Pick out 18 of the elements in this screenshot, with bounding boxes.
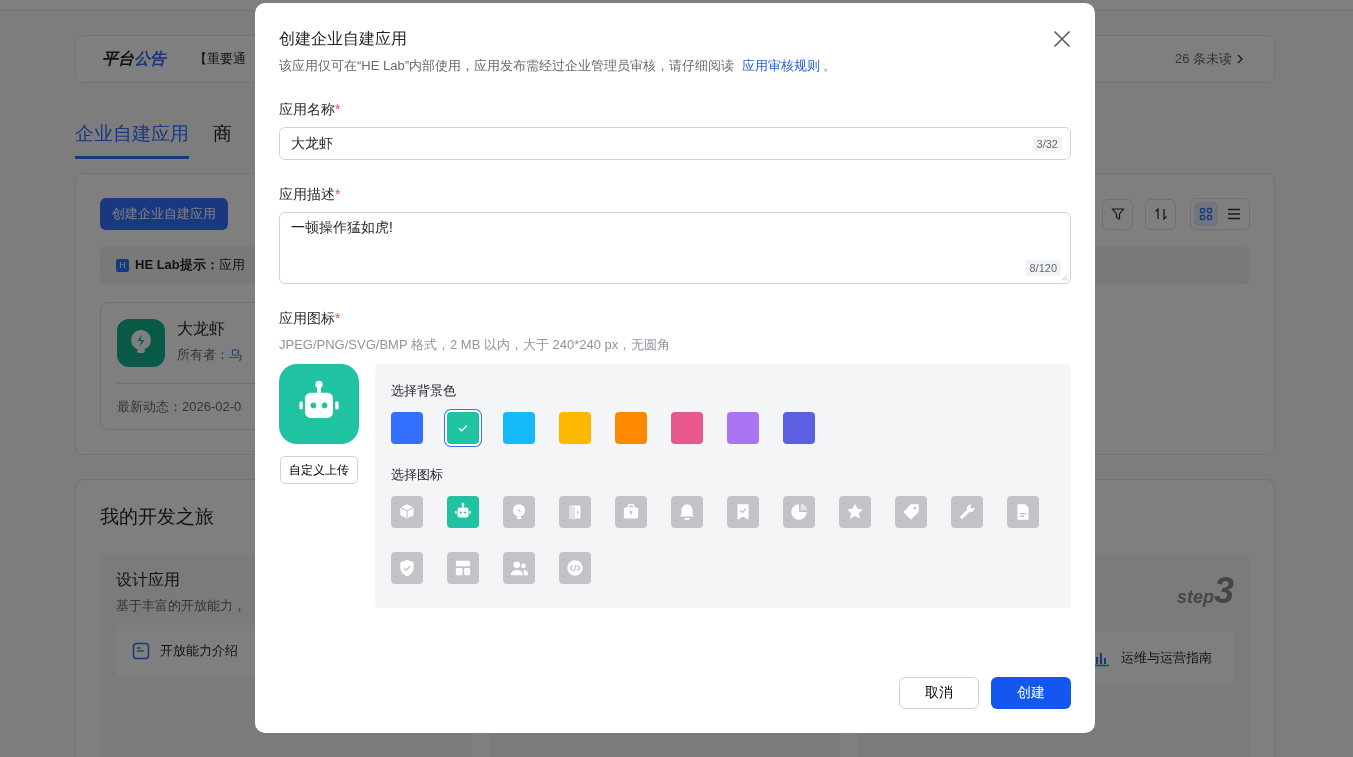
section-title: 我的开发之旅 bbox=[100, 505, 214, 529]
field-label: 应用图标* bbox=[279, 310, 342, 328]
owner-label: 所有者： bbox=[177, 346, 229, 364]
dialog-title: 创建企业自建应用 bbox=[279, 28, 407, 49]
brand-badge: H bbox=[116, 258, 129, 272]
dialog-description: 该应用仅可在“HE Lab”内部使用，应用发布需经过企业管理员审核，请仔细阅读 应用审核规则 。 bbox=[279, 57, 838, 75]
field-label: 应用名称* bbox=[279, 101, 342, 119]
step-title: 设计应用 bbox=[116, 570, 181, 590]
step-description: 基于丰富的开放能力， bbox=[116, 597, 247, 615]
app-name: 大龙虾 bbox=[177, 319, 226, 339]
icon-requirements: JPEG/PNG/SVG/BMP 格式，2 MB 以内，大于 240*240 px，无圆角 bbox=[279, 336, 672, 354]
character-count: 3/32 bbox=[1032, 135, 1062, 152]
hint-text: HE Lab提示：应用 bbox=[135, 256, 245, 274]
picker-label: 选择背景色 bbox=[391, 382, 457, 400]
character-count: 8/120 bbox=[1025, 260, 1061, 276]
field-label: 应用描述* bbox=[279, 186, 342, 204]
announcement-title: 平台公告 bbox=[102, 48, 166, 69]
picker-label: 选择图标 bbox=[391, 466, 444, 484]
